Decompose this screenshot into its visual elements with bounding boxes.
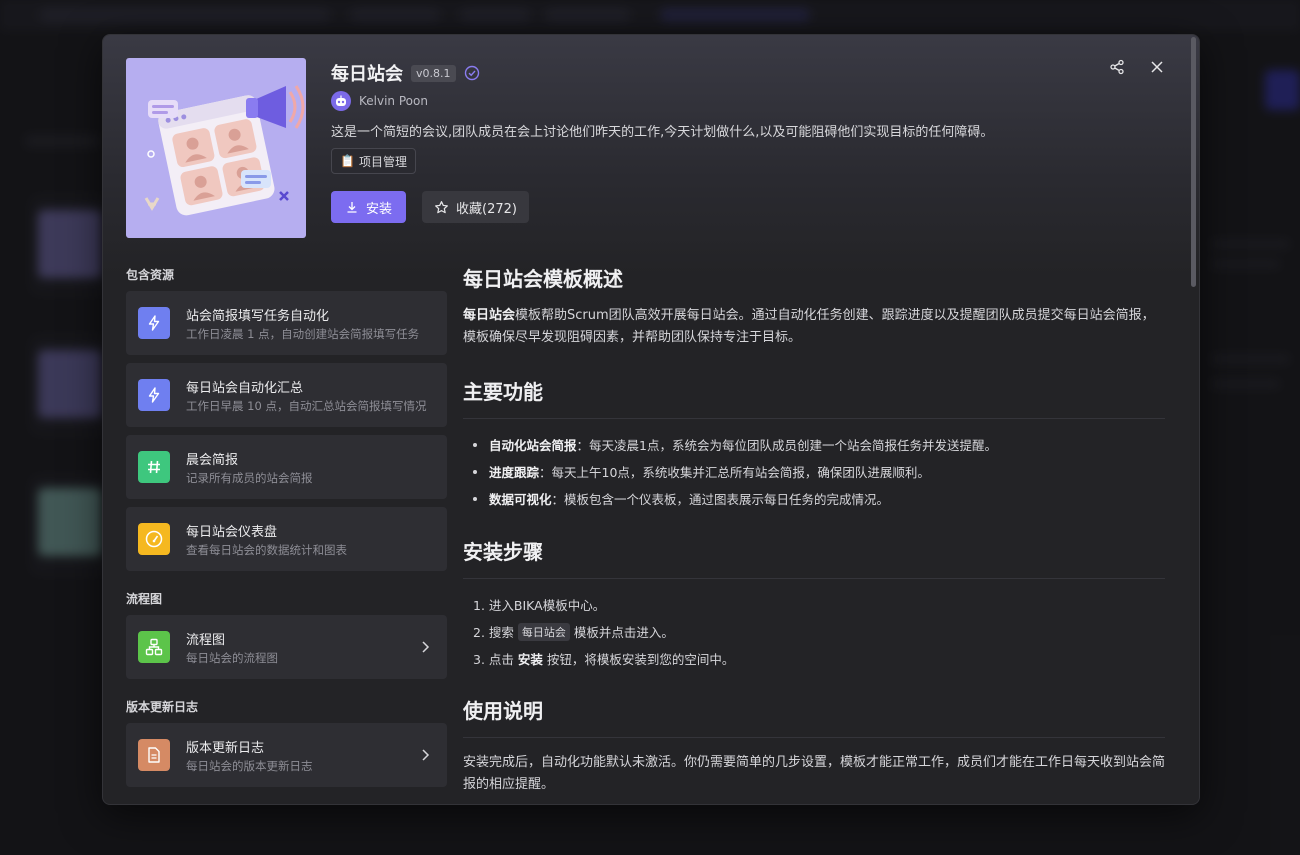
share-button[interactable] (1107, 57, 1127, 77)
inline-code: 每日站会 (517, 622, 570, 641)
install-step: 2. 搜索 每日站会 模板并点击进入。 (473, 622, 674, 641)
hash-icon (138, 451, 170, 483)
category-tag[interactable]: 📋 项目管理 (331, 148, 416, 174)
standup-illustration (144, 85, 305, 216)
resource-title: 站会简报填写任务自动化 (186, 309, 330, 324)
share-icon (1110, 59, 1124, 75)
flowchart-subtitle: 每日站会的流程图 (186, 651, 278, 665)
resource-title: 每日站会仪表盘 (186, 525, 278, 540)
feature-item: 进度跟踪 ：每天上午10点，系统收集并汇总所有站会简报，确保团队进展顺利。 (473, 462, 930, 481)
overview-text: 模板帮助Scrum团队高效开展每日站会。通过自动化任务创建、跟踪进度以及提醒团队… (463, 308, 1155, 345)
flowchart-card[interactable]: 流程图 每日站会的流程图 (126, 615, 447, 679)
robot-icon (336, 95, 346, 106)
feature-item: 数据可视化 ：模板包含一个仪表板，通过图表展示每日任务的完成情况。 (473, 489, 889, 508)
lightning-icon (138, 307, 170, 339)
chevron-right-icon (422, 749, 430, 761)
scrollbar[interactable] (1191, 37, 1196, 287)
resource-subtitle: 记录所有成员的站会简报 (186, 471, 313, 485)
divider (463, 578, 1165, 579)
template-cover-image (126, 58, 306, 238)
install-button[interactable]: 安装 (331, 191, 406, 223)
features-heading: 主要功能 (463, 380, 543, 404)
favorite-button[interactable]: 收藏(272) (422, 191, 529, 223)
resource-card-automation-1[interactable]: 站会简报填写任务自动化 工作日凌晨 1 点，自动创建站会简报填写任务 (126, 291, 447, 355)
template-title: 每日站会 (331, 64, 403, 85)
install-heading: 安装步骤 (463, 540, 543, 564)
author-row[interactable]: Kelvin Poon (331, 91, 428, 111)
close-button[interactable] (1147, 57, 1167, 77)
flowchart-section-label: 流程图 (126, 592, 163, 606)
verified-icon (464, 65, 479, 81)
install-step: 1. 进入BIKA模板中心。 (473, 598, 606, 613)
title-row: 每日站会 v0.8.1 (331, 61, 480, 85)
overview-bold: 每日站会 (463, 308, 516, 323)
changelog-card[interactable]: 版本更新日志 每日站会的版本更新日志 (126, 723, 447, 787)
divider (463, 737, 1165, 738)
overview-paragraph: 每日站会模板帮助Scrum团队高效开展每日站会。通过自动化任务创建、跟踪进度以及… (463, 305, 1165, 349)
clipboard-icon: 📋 (340, 154, 355, 168)
resource-card-automation-2[interactable]: 每日站会自动化汇总 工作日早晨 10 点，自动汇总站会简报填写情况 (126, 363, 447, 427)
divider (463, 418, 1165, 419)
resource-title: 晨会简报 (186, 453, 239, 468)
favorite-button-label: 收藏(272) (456, 201, 517, 217)
resource-title: 每日站会自动化汇总 (186, 381, 304, 396)
install-step: 3. 点击 安装 按钮，将模板安装到您的空间中。 (473, 652, 735, 667)
star-icon (435, 200, 448, 213)
author-name: Kelvin Poon (359, 94, 428, 108)
changelog-subtitle: 每日站会的版本更新日志 (186, 759, 313, 773)
gauge-icon (138, 523, 170, 555)
changelog-section-label: 版本更新日志 (126, 700, 199, 714)
category-tag-label: 项目管理 (358, 154, 407, 169)
chevron-right-icon (422, 641, 430, 653)
flowchart-icon (138, 631, 170, 663)
template-detail-modal: 每日站会 v0.8.1 Kelvin Poon 这是一个简短的会议,团队成员在会… (102, 34, 1200, 805)
install-button-label: 安装 (365, 201, 392, 217)
flowchart-title: 流程图 (186, 633, 226, 648)
resource-subtitle: 查看每日站会的数据统计和图表 (186, 543, 347, 557)
resource-subtitle: 工作日凌晨 1 点，自动创建站会简报填写任务 (186, 327, 420, 341)
resource-card-database[interactable]: 晨会简报 记录所有成员的站会简报 (126, 435, 447, 499)
resources-section-label: 包含资源 (126, 268, 175, 282)
resource-card-dashboard[interactable]: 每日站会仪表盘 查看每日站会的数据统计和图表 (126, 507, 447, 571)
document-icon (138, 739, 170, 771)
feature-item: 自动化站会简报 ：每天凌晨1点，系统会为每位团队成员创建一个站会简报任务并发送提醒… (473, 435, 997, 454)
template-description: 这是一个简短的会议,团队成员在会上讨论他们昨天的工作,今天计划做什么,以及可能阻… (331, 125, 994, 140)
author-avatar (331, 91, 351, 111)
lightning-icon (138, 379, 170, 411)
usage-paragraph: 安装完成后，自动化功能默认未激活。你仍需要简单的几步设置，模板才能正常工作，成员… (463, 755, 1166, 792)
resource-subtitle: 工作日早晨 10 点，自动汇总站会简报填写情况 (186, 399, 427, 413)
overview-heading: 每日站会模板概述 (463, 267, 623, 291)
version-badge: v0.8.1 (411, 64, 456, 82)
download-icon (347, 202, 357, 213)
usage-heading: 使用说明 (463, 699, 543, 723)
close-icon (1151, 61, 1163, 73)
changelog-title: 版本更新日志 (186, 741, 265, 756)
